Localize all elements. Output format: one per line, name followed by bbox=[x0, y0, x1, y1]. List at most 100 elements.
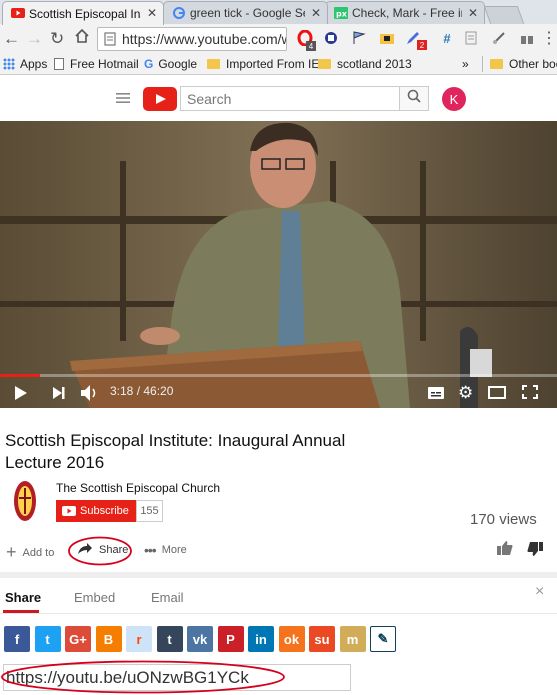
close-icon[interactable]: ✕ bbox=[147, 6, 157, 20]
video-title: Scottish Episcopal Institute: Inaugural … bbox=[5, 431, 346, 472]
mixi-share-icon[interactable]: m bbox=[339, 626, 366, 652]
close-icon[interactable]: ✕ bbox=[468, 6, 478, 20]
document-extension-icon[interactable] bbox=[462, 29, 480, 47]
browser-toolbar: ← → ↻ https://www.youtube.com/wa 4 2 # ⋮ bbox=[0, 24, 557, 54]
svg-text:px: px bbox=[336, 10, 348, 19]
bookmark-label: Imported From IE bbox=[226, 57, 320, 71]
tab-embed[interactable]: Embed bbox=[74, 590, 115, 605]
play-icon[interactable] bbox=[14, 385, 28, 406]
volume-icon[interactable] bbox=[80, 384, 100, 407]
bookmark-manager-icon[interactable] bbox=[322, 29, 340, 47]
more-button[interactable]: ••• More bbox=[144, 542, 187, 558]
forward-icon[interactable]: → bbox=[26, 29, 43, 49]
bookmark-label: » bbox=[462, 57, 469, 71]
settings-gear-icon[interactable]: ⚙ bbox=[458, 383, 473, 403]
stumbleupon-share-icon[interactable]: su bbox=[309, 626, 335, 652]
thumbs-down-icon[interactable] bbox=[526, 541, 544, 562]
tab-label: Check, Mark - Free ima bbox=[352, 6, 462, 20]
fullscreen-icon[interactable] bbox=[522, 385, 538, 404]
menu-icon[interactable]: ⋮ bbox=[540, 29, 557, 47]
gift-extension-icon[interactable] bbox=[518, 29, 536, 47]
bookmark-divider bbox=[482, 56, 483, 72]
new-tab-button[interactable] bbox=[483, 6, 525, 24]
youtube-icon bbox=[11, 7, 25, 19]
reload-icon[interactable]: ↻ bbox=[50, 29, 64, 49]
extension-badge: 2 bbox=[417, 40, 427, 50]
bookmark-label: Free Hotmail bbox=[70, 57, 139, 71]
folder-icon bbox=[318, 59, 331, 69]
tumblr-share-icon[interactable]: t bbox=[156, 626, 183, 652]
bookmarks-overflow[interactable]: » bbox=[462, 57, 469, 71]
tab-pixabay[interactable]: px Check, Mark - Free ima ✕ bbox=[325, 1, 485, 24]
address-bar[interactable]: https://www.youtube.com/wa bbox=[97, 27, 287, 51]
channel-name[interactable]: The Scottish Episcopal Church bbox=[56, 481, 220, 495]
flag-extension-icon[interactable] bbox=[350, 29, 368, 47]
subscribe-label: Subscribe bbox=[80, 505, 129, 517]
reddit-share-icon[interactable]: r bbox=[126, 626, 152, 652]
thumbs-up-icon[interactable] bbox=[496, 540, 514, 561]
twitter-share-icon[interactable]: t bbox=[34, 626, 61, 652]
folder-extension-icon[interactable] bbox=[378, 29, 396, 47]
bookmark-other[interactable]: Other boo bbox=[490, 57, 557, 71]
bookmark-imported-from-ie[interactable]: Imported From IE bbox=[207, 57, 319, 71]
tab-divider bbox=[0, 613, 557, 614]
close-share-icon[interactable]: × bbox=[535, 583, 544, 601]
more-label: More bbox=[161, 544, 187, 556]
home-icon[interactable] bbox=[74, 28, 90, 49]
tab-strip: px Check, Mark - Free ima ✕ green tick -… bbox=[0, 0, 557, 25]
share-annotation-circle bbox=[68, 536, 132, 566]
bookmark-free-hotmail[interactable]: Free Hotmail bbox=[54, 57, 139, 71]
tab-label: Scottish Episcopal Insti bbox=[29, 6, 141, 21]
bookmark-apps[interactable]: Apps bbox=[3, 57, 47, 71]
url-text: https://www.youtube.com/wa bbox=[122, 31, 287, 47]
tab-share[interactable]: Share bbox=[5, 590, 41, 605]
youtube-header: Search K bbox=[0, 76, 557, 121]
pinterest-share-icon[interactable]: P bbox=[217, 626, 244, 652]
google-icon bbox=[172, 7, 186, 19]
blogger-share-icon[interactable]: B bbox=[95, 626, 122, 652]
subscribe-button[interactable]: Subscribe bbox=[56, 500, 136, 522]
search-button[interactable] bbox=[399, 86, 429, 111]
youtube-logo-icon[interactable] bbox=[143, 87, 177, 116]
bookmark-label: Google bbox=[158, 57, 198, 71]
linkedin-share-icon[interactable]: in bbox=[248, 626, 274, 652]
hamburger-menu-icon[interactable] bbox=[116, 91, 130, 109]
hashtag-extension-icon[interactable]: # bbox=[438, 29, 456, 47]
search-icon bbox=[407, 89, 421, 108]
time-display: 3:18 / 46:20 bbox=[110, 384, 174, 398]
apps-grid-icon bbox=[3, 58, 15, 70]
livejournal-share-icon[interactable]: ✎ bbox=[370, 626, 396, 652]
close-icon[interactable]: ✕ bbox=[311, 6, 321, 20]
next-icon[interactable] bbox=[52, 386, 66, 405]
page-icon bbox=[54, 58, 64, 70]
page-info-icon[interactable] bbox=[104, 32, 116, 49]
tab-youtube[interactable]: Scottish Episcopal Insti ✕ bbox=[2, 1, 164, 25]
brush-extension-icon[interactable] bbox=[490, 29, 508, 47]
folder-icon bbox=[207, 59, 220, 69]
section-divider bbox=[0, 572, 557, 578]
url-annotation-circle bbox=[1, 660, 285, 694]
bookmarks-bar: Apps Free Hotmail G Google Imported From… bbox=[0, 54, 557, 75]
search-input[interactable]: Search bbox=[180, 86, 400, 111]
tab-email[interactable]: Email bbox=[151, 590, 184, 605]
extension-badge: 4 bbox=[306, 41, 316, 51]
bookmark-label: scotland 2013 bbox=[337, 57, 412, 71]
video-player[interactable]: 3:18 / 46:20 ⚙ bbox=[0, 121, 557, 408]
vk-share-icon[interactable]: vk bbox=[187, 626, 213, 652]
youtube-play-icon bbox=[62, 506, 76, 519]
odnoklassniki-share-icon[interactable]: ok bbox=[278, 626, 305, 652]
channel-avatar[interactable] bbox=[13, 480, 37, 527]
bookmark-scotland-2013[interactable]: scotland 2013 bbox=[318, 57, 412, 71]
facebook-share-icon[interactable]: f bbox=[4, 626, 30, 652]
view-count: 170 views bbox=[470, 511, 537, 528]
tab-google[interactable]: green tick - Google Se ✕ bbox=[163, 1, 328, 24]
bookmark-google[interactable]: G Google bbox=[144, 57, 197, 71]
subtitles-icon[interactable] bbox=[428, 386, 444, 404]
avatar[interactable]: K bbox=[442, 87, 466, 111]
bookmark-label: Apps bbox=[20, 57, 48, 71]
add-to-button[interactable]: + Add to bbox=[6, 542, 54, 563]
back-icon[interactable]: ← bbox=[3, 29, 20, 49]
google-plus-share-icon[interactable]: G+ bbox=[65, 626, 91, 652]
player-controls: 3:18 / 46:20 ⚙ bbox=[0, 375, 557, 408]
theater-mode-icon[interactable] bbox=[488, 386, 506, 404]
